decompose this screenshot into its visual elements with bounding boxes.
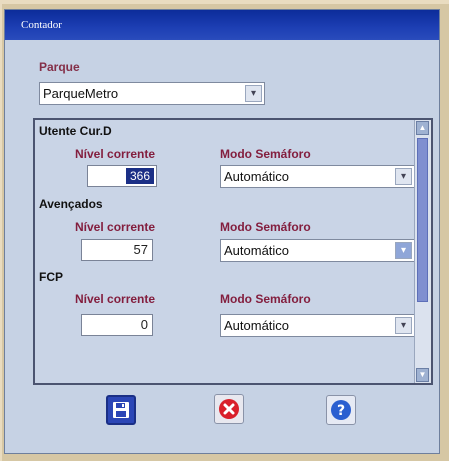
nivel-corrente-input[interactable]: 57	[81, 239, 153, 261]
modo-semaforo-label: Modo Semáforo	[220, 220, 311, 234]
parque-select[interactable]: ParqueMetro ▾	[39, 82, 265, 105]
chevron-down-icon[interactable]: ▾	[395, 242, 412, 259]
chevron-down-icon[interactable]: ▾	[395, 168, 412, 185]
contadores-panel: Utente Cur.D Nível corrente Modo Semáfor…	[33, 118, 433, 385]
modo-semaforo-value: Automático	[224, 243, 290, 258]
help-button[interactable]: ?	[326, 395, 356, 425]
section-fcp-title: FCP	[39, 270, 63, 284]
floppy-disk-icon	[113, 402, 129, 418]
parque-label: Parque	[39, 60, 80, 74]
parque-select-value: ParqueMetro	[43, 86, 119, 101]
scroll-down-icon[interactable]: ▼	[416, 368, 429, 382]
red-x-icon	[219, 399, 239, 419]
nivel-corrente-label: Nível corrente	[75, 147, 156, 161]
modo-semaforo-label: Modo Semáforo	[220, 292, 311, 306]
section-utente-title: Utente Cur.D	[39, 124, 112, 138]
window-title: Contador	[5, 10, 439, 40]
svg-text:?: ?	[337, 403, 345, 419]
nivel-corrente-label: Nível corrente	[75, 220, 156, 234]
cancel-button[interactable]	[214, 394, 244, 424]
modo-semaforo-select[interactable]: Automático ▾	[220, 314, 415, 337]
nivel-corrente-label: Nível corrente	[75, 292, 156, 306]
nivel-corrente-value: 366	[126, 168, 154, 184]
nivel-corrente-input[interactable]: 0	[81, 314, 153, 336]
parque-dropdown-icon[interactable]: ▾	[245, 85, 262, 102]
modo-semaforo-value: Automático	[224, 169, 290, 184]
vertical-scrollbar[interactable]: ▲ ▼	[414, 120, 431, 383]
scroll-up-icon[interactable]: ▲	[416, 121, 429, 135]
section-avencados-title: Avençados	[39, 197, 103, 211]
nivel-corrente-input[interactable]: 366	[87, 165, 157, 187]
modo-semaforo-select[interactable]: Automático ▾	[220, 165, 415, 188]
modo-semaforo-label: Modo Semáforo	[220, 147, 311, 161]
chevron-down-icon[interactable]: ▾	[395, 317, 412, 334]
contador-window: Contador Parque ParqueMetro ▾ Utente Cur…	[4, 9, 440, 454]
save-button[interactable]	[106, 395, 136, 425]
modo-semaforo-value: Automático	[224, 318, 290, 333]
modo-semaforo-select[interactable]: Automático ▾	[220, 239, 415, 262]
question-mark-icon: ?	[331, 400, 351, 420]
scroll-thumb[interactable]	[417, 138, 428, 302]
